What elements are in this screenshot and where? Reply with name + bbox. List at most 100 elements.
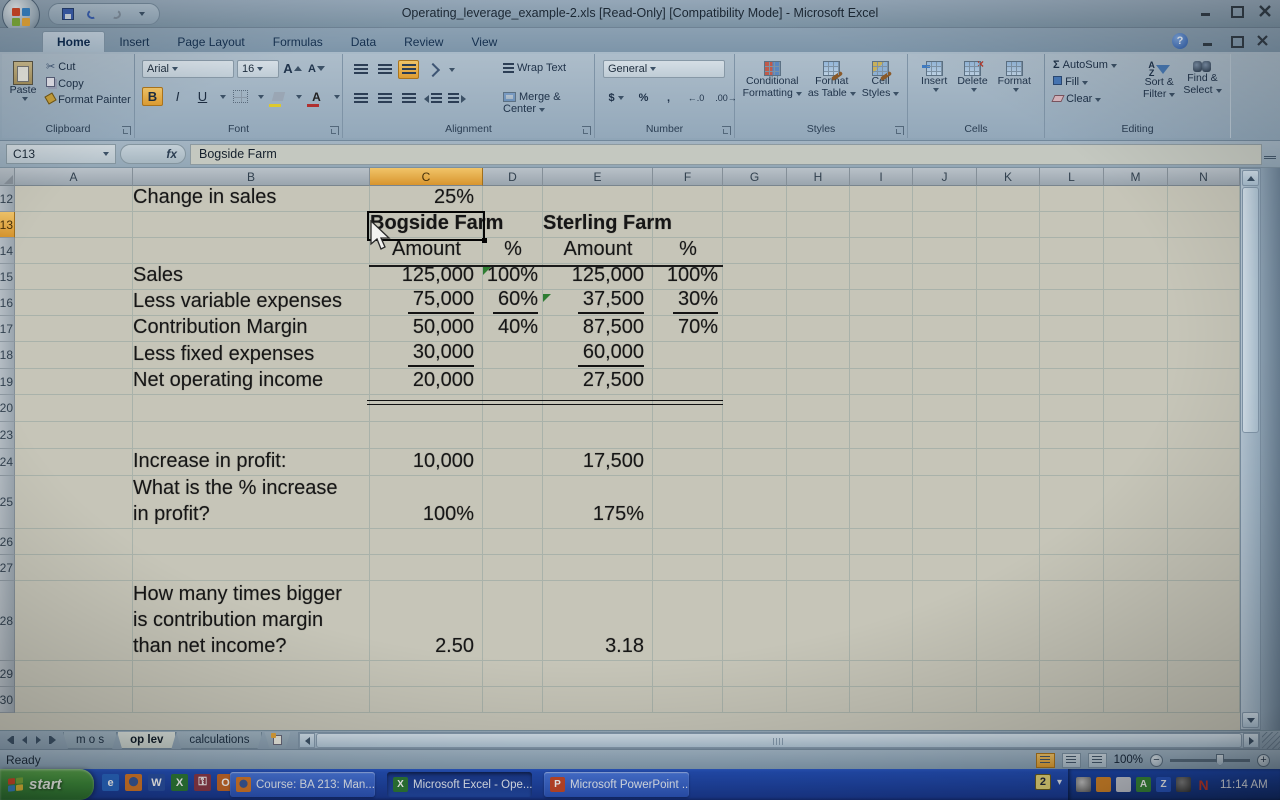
cell-L13[interactable] — [1040, 212, 1104, 237]
cell-H26[interactable] — [787, 529, 850, 554]
cell-H20[interactable] — [787, 395, 850, 421]
clipboard-dialog-launcher[interactable] — [122, 126, 131, 135]
cell-N27[interactable] — [1168, 555, 1240, 580]
cell-H14[interactable] — [787, 238, 850, 263]
font-size-select[interactable]: 16 — [237, 60, 279, 78]
cell-J16[interactable] — [913, 290, 977, 315]
start-button[interactable]: start — [0, 769, 94, 800]
cell-M28[interactable] — [1104, 581, 1168, 660]
next-sheet-button[interactable] — [33, 735, 44, 746]
row-header-19[interactable]: 19 — [0, 369, 15, 395]
cell-E12[interactable] — [543, 186, 653, 211]
fill-button[interactable]: Fill — [1053, 76, 1117, 88]
cell-I15[interactable] — [850, 264, 913, 289]
cell-L27[interactable] — [1040, 555, 1104, 580]
row-header-14[interactable]: 14 — [0, 238, 15, 264]
cell-J17[interactable] — [913, 316, 977, 341]
cell-J27[interactable] — [913, 555, 977, 580]
cell-M23[interactable] — [1104, 422, 1168, 448]
cell-G28[interactable] — [723, 581, 787, 660]
cell-N17[interactable] — [1168, 316, 1240, 341]
cell-A24[interactable] — [15, 449, 133, 475]
column-header-I[interactable]: I — [850, 168, 913, 186]
tray-chevron-icon[interactable]: ▾ — [1057, 777, 1062, 788]
cell-J13[interactable] — [913, 212, 977, 237]
autosum-button[interactable]: Σ AutoSum — [1053, 59, 1117, 71]
cell-M17[interactable] — [1104, 316, 1168, 341]
cell-A27[interactable] — [15, 555, 133, 580]
sheet-tab-mos[interactable]: m o s — [63, 732, 117, 749]
cell-G19[interactable] — [723, 369, 787, 394]
increase-indent-button[interactable] — [446, 89, 467, 108]
taskbar-button-firefox[interactable]: Course: BA 213: Man... — [230, 772, 375, 797]
cell-C26[interactable] — [370, 529, 483, 554]
cut-button[interactable]: ✂ Cut — [46, 60, 131, 73]
notification-badge[interactable]: 2 — [1035, 774, 1051, 790]
cell-N19[interactable] — [1168, 369, 1240, 394]
cell-value-C16[interactable]: 75,000 — [370, 290, 483, 315]
workbook-close-button[interactable] — [1256, 35, 1272, 47]
zoom-slider-thumb[interactable] — [1216, 754, 1224, 766]
cell-A13[interactable] — [15, 212, 133, 237]
cell-K23[interactable] — [977, 422, 1040, 448]
cell-I18[interactable] — [850, 342, 913, 368]
cell-N30[interactable] — [1168, 687, 1240, 712]
cell-I28[interactable] — [850, 581, 913, 660]
tab-insert[interactable]: Insert — [105, 31, 163, 52]
cell-L15[interactable] — [1040, 264, 1104, 289]
tray-norton-icon[interactable]: N — [1196, 777, 1211, 792]
cell-N26[interactable] — [1168, 529, 1240, 554]
column-header-N[interactable]: N — [1168, 168, 1240, 186]
cell-value-E17[interactable]: 87,500 — [543, 316, 653, 341]
cell-N12[interactable] — [1168, 186, 1240, 211]
cell-H27[interactable] — [787, 555, 850, 580]
cell-value-E19[interactable]: 27,500 — [543, 369, 653, 394]
view-page-break-button[interactable] — [1088, 753, 1107, 768]
cell-J29[interactable] — [913, 661, 977, 686]
cell-L25[interactable] — [1040, 476, 1104, 528]
first-sheet-button[interactable] — [5, 735, 16, 746]
row-header-16[interactable]: 16 — [0, 290, 15, 316]
cell-M18[interactable] — [1104, 342, 1168, 368]
cell-E27[interactable] — [543, 555, 653, 580]
cell-F30[interactable] — [653, 687, 723, 712]
cell-J25[interactable] — [913, 476, 977, 528]
cell-J19[interactable] — [913, 369, 977, 394]
number-format-select[interactable]: General — [603, 60, 725, 78]
tray-audio-icon[interactable] — [1176, 777, 1191, 792]
cell-value-B18[interactable]: Less fixed expenses — [133, 342, 370, 368]
cell-value-B24[interactable]: Increase in profit: — [133, 449, 370, 475]
cell-C27[interactable] — [370, 555, 483, 580]
cell-value-E16[interactable]: 37,500 — [543, 290, 653, 315]
font-dialog-launcher[interactable] — [330, 126, 339, 135]
insert-worksheet-button[interactable] — [264, 732, 290, 748]
comma-style-button[interactable]: , — [658, 88, 679, 107]
cell-M26[interactable] — [1104, 529, 1168, 554]
cell-A25[interactable] — [15, 476, 133, 528]
column-header-G[interactable]: G — [723, 168, 787, 186]
taskbar-button-powerpoint[interactable]: P Microsoft PowerPoint ... — [544, 772, 689, 797]
name-box[interactable]: C13 — [6, 144, 116, 164]
cell-N18[interactable] — [1168, 342, 1240, 368]
column-header-M[interactable]: M — [1104, 168, 1168, 186]
row-header-29[interactable]: 29 — [0, 661, 15, 687]
cell-G27[interactable] — [723, 555, 787, 580]
cell-N28[interactable] — [1168, 581, 1240, 660]
cell-I19[interactable] — [850, 369, 913, 394]
tab-home[interactable]: Home — [42, 31, 105, 52]
format-cells-button[interactable]: Format — [998, 58, 1031, 122]
column-header-H[interactable]: H — [787, 168, 850, 186]
cell-L20[interactable] — [1040, 395, 1104, 421]
cell-K26[interactable] — [977, 529, 1040, 554]
cell-F23[interactable] — [653, 422, 723, 448]
row-header-13[interactable]: 13 — [0, 212, 15, 238]
cell-L12[interactable] — [1040, 186, 1104, 211]
cell-M27[interactable] — [1104, 555, 1168, 580]
cell-G12[interactable] — [723, 186, 787, 211]
alignment-dialog-launcher[interactable] — [582, 126, 591, 135]
firefox-icon[interactable] — [125, 774, 142, 791]
cell-A15[interactable] — [15, 264, 133, 289]
cell-G26[interactable] — [723, 529, 787, 554]
cell-value-F14[interactable]: % — [653, 238, 723, 263]
cell-G15[interactable] — [723, 264, 787, 289]
